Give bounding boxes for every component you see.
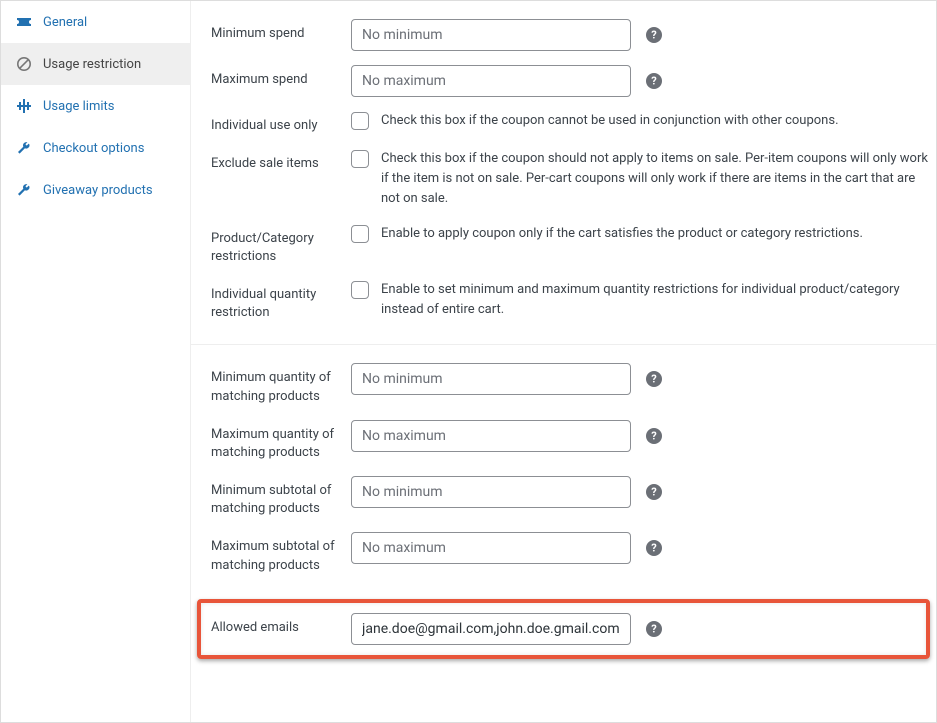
field-label: Exclude sale items (211, 149, 351, 173)
sidebar-item-label: Checkout options (43, 141, 144, 156)
max-qty-input[interactable] (351, 420, 631, 452)
help-icon[interactable]: ? (645, 26, 663, 44)
limits-icon (15, 97, 33, 115)
field-exclude-sale-items: Exclude sale items Check this box if the… (211, 149, 916, 209)
svg-text:?: ? (651, 429, 657, 442)
field-label: Individual quantity restriction (211, 280, 351, 322)
sidebar-item-label: Usage restriction (43, 57, 141, 72)
svg-text:?: ? (651, 373, 657, 386)
svg-text:?: ? (651, 75, 657, 88)
field-maximum-spend: Maximum spend ? (211, 65, 916, 97)
sidebar-item-label: Usage limits (43, 99, 114, 114)
ticket-icon (15, 13, 33, 31)
field-label: Minimum subtotal of matching products (211, 476, 351, 518)
field-product-category-restrictions: Product/Category restrictions Enable to … (211, 224, 916, 266)
ban-icon (15, 55, 33, 73)
field-allowed-emails: Allowed emails ? (211, 613, 916, 645)
allowed-emails-input[interactable] (351, 613, 631, 645)
field-min-subtotal-matching: Minimum subtotal of matching products ? (211, 476, 916, 518)
field-label: Individual use only (211, 111, 351, 135)
section-spend-restrictions: Minimum spend ? Maximum spend ? Individu… (191, 1, 936, 340)
field-label: Minimum spend (211, 19, 351, 43)
field-label: Product/Category restrictions (211, 224, 351, 266)
sidebar-item-label: Giveaway products (43, 183, 153, 198)
sidebar-item-checkout-options[interactable]: Checkout options (1, 127, 190, 169)
help-icon[interactable]: ? (645, 539, 663, 557)
product-category-restrictions-checkbox[interactable] (351, 225, 369, 243)
wrench-icon (15, 181, 33, 199)
help-icon[interactable]: ? (645, 370, 663, 388)
wrench-icon (15, 139, 33, 157)
field-description: Enable to apply coupon only if the cart … (381, 224, 863, 244)
field-max-subtotal-matching: Maximum subtotal of matching products ? (211, 532, 916, 574)
maximum-spend-input[interactable] (351, 65, 631, 97)
min-qty-input[interactable] (351, 363, 631, 395)
highlighted-allowed-emails: Allowed emails ? (197, 599, 930, 659)
section-matching-products: Minimum quantity of matching products ? … (191, 344, 936, 593)
individual-use-checkbox[interactable] (351, 112, 369, 130)
sidebar-item-giveaway-products[interactable]: Giveaway products (1, 169, 190, 211)
individual-quantity-restriction-checkbox[interactable] (351, 281, 369, 299)
sidebar-item-label: General (43, 15, 87, 30)
settings-tabs-sidebar: General Usage restriction Usage limits C… (1, 1, 191, 722)
svg-text:?: ? (651, 486, 657, 499)
field-label: Minimum quantity of matching products (211, 363, 351, 405)
help-icon[interactable]: ? (645, 72, 663, 90)
max-subtotal-input[interactable] (351, 532, 631, 564)
field-label: Allowed emails (211, 613, 351, 637)
sidebar-item-usage-limits[interactable]: Usage limits (1, 85, 190, 127)
field-label: Maximum quantity of matching products (211, 420, 351, 462)
svg-text:?: ? (651, 29, 657, 42)
sidebar-item-usage-restriction[interactable]: Usage restriction (1, 43, 190, 85)
svg-text:?: ? (651, 542, 657, 555)
min-subtotal-input[interactable] (351, 476, 631, 508)
help-icon[interactable]: ? (645, 427, 663, 445)
field-max-qty-matching: Maximum quantity of matching products ? (211, 420, 916, 462)
field-description: Enable to set minimum and maximum quanti… (381, 280, 936, 320)
exclude-sale-checkbox[interactable] (351, 150, 369, 168)
field-min-qty-matching: Minimum quantity of matching products ? (211, 363, 916, 405)
help-icon[interactable]: ? (645, 620, 663, 638)
field-label: Maximum spend (211, 65, 351, 89)
minimum-spend-input[interactable] (351, 19, 631, 51)
field-label: Maximum subtotal of matching products (211, 532, 351, 574)
field-individual-use: Individual use only Check this box if th… (211, 111, 916, 135)
sidebar-item-general[interactable]: General (1, 1, 190, 43)
field-description: Check this box if the coupon cannot be u… (381, 111, 839, 131)
coupon-settings-panel: General Usage restriction Usage limits C… (0, 0, 937, 723)
field-minimum-spend: Minimum spend ? (211, 19, 916, 51)
field-description: Check this box if the coupon should not … (381, 149, 936, 209)
field-individual-quantity-restriction: Individual quantity restriction Enable t… (211, 280, 916, 322)
svg-text:?: ? (651, 622, 657, 635)
help-icon[interactable]: ? (645, 483, 663, 501)
form-content: Minimum spend ? Maximum spend ? Individu… (191, 1, 936, 722)
